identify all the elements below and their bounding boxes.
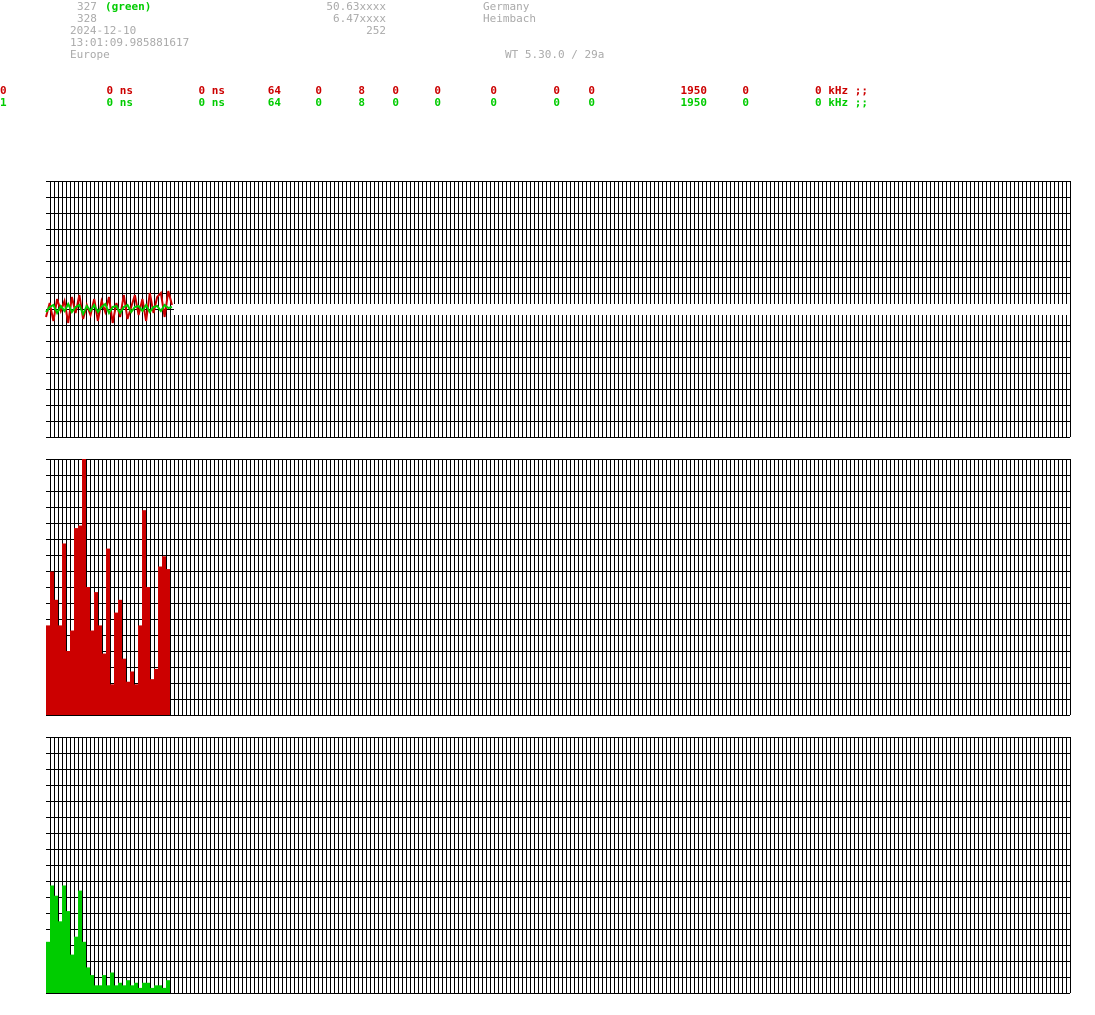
green-spectrum-bar-12 <box>94 985 98 993</box>
green-spectrum-bar-11 <box>90 975 94 993</box>
green-spectrum-bar-6 <box>70 954 74 993</box>
green-spectrum-bar-25 <box>146 982 150 993</box>
red-spectrum-bar-25 <box>146 587 150 715</box>
red-spectrum-bar-7 <box>74 528 78 715</box>
red-spectrum-bar-20 <box>126 681 130 715</box>
green-spectrum-bar-0 <box>46 941 50 993</box>
green-spectrum-bar-2 <box>54 895 58 993</box>
red-spectrum-bar-5 <box>66 651 70 715</box>
green-spectrum-bar-1 <box>50 885 54 993</box>
waveform-center-band <box>174 304 1070 315</box>
red-spectrum-bar-12 <box>94 592 98 715</box>
station-green-label: (green) <box>105 0 152 13</box>
green-spectrum-bar-29 <box>162 987 166 993</box>
green-spectrum-bar-13 <box>98 985 102 993</box>
red-spectrum-bar-27 <box>154 668 158 715</box>
green-spectrum-bar-30 <box>166 980 170 993</box>
green-spectrum-bar-8 <box>78 890 82 993</box>
green-spectrum-bar-27 <box>154 985 158 993</box>
red-spectrum-grid <box>46 459 1071 716</box>
green-spectrum-bar-9 <box>82 941 86 993</box>
red-spectrum-bar-8 <box>78 525 82 715</box>
row-1-cell-12: 0 <box>742 96 749 109</box>
green-spectrum-bar-16 <box>110 972 114 993</box>
green-spectrum-bar-26 <box>150 987 154 993</box>
red-spectrum-bar-15 <box>106 548 110 715</box>
green-spectrum-bar-10 <box>86 967 90 993</box>
red-spectrum-bar-22 <box>134 684 138 715</box>
green-spectrum-bar-7 <box>74 936 78 993</box>
red-spectrum-bar-26 <box>150 679 154 715</box>
green-spectrum-bar-24 <box>142 982 146 993</box>
red-spectrum-bar-1 <box>50 571 54 715</box>
red-spectrum-bar-6 <box>70 630 74 715</box>
red-spectrum-bar-2 <box>54 599 58 715</box>
green-spectrum-bar-19 <box>122 985 126 993</box>
red-spectrum-bar-18 <box>118 599 122 715</box>
red-spectrum-bar-28 <box>158 566 162 715</box>
green-spectrum-bar-4 <box>62 885 66 993</box>
row-1-cell-13: 0 kHz ;; <box>815 96 868 109</box>
green-spectrum-bar-17 <box>114 985 118 993</box>
red-spectrum-bar-24 <box>142 510 146 715</box>
red-spectrum-bar-4 <box>62 543 66 715</box>
row-1-cell-10: 0 <box>588 96 595 109</box>
green-spectrum-bar-14 <box>102 975 106 993</box>
waveform-panel <box>45 181 1071 438</box>
red-spectrum-bar-19 <box>122 658 126 715</box>
red-spectrum-bar-30 <box>166 569 170 715</box>
green-spectrum-bar-20 <box>126 980 130 993</box>
red-spectrum-panel <box>46 459 1071 716</box>
green-spectrum-grid <box>46 737 1071 994</box>
red-spectrum-bar-9 <box>82 459 86 715</box>
green-spectrum-bar-21 <box>130 985 134 993</box>
green-spectrum-bar-22 <box>134 982 138 993</box>
red-spectrum-bar-14 <box>102 653 106 715</box>
red-spectrum-bar-3 <box>58 625 62 715</box>
green-spectrum-bar-23 <box>138 987 142 993</box>
altitude-value: 252 <box>366 24 386 37</box>
green-spectrum-bar-18 <box>118 982 122 993</box>
green-spectrum-bar-15 <box>106 985 110 993</box>
region-value: Europe <box>70 48 110 61</box>
red-spectrum-bar-11 <box>90 630 94 715</box>
city-value: Heimbach <box>483 12 536 25</box>
red-spectrum-bar-29 <box>162 556 166 715</box>
green-spectrum-bar-5 <box>66 911 70 993</box>
row-1-cell-0: 1 <box>0 96 7 109</box>
green-spectrum-bar-3 <box>58 921 62 993</box>
red-spectrum-bar-13 <box>98 625 102 715</box>
red-spectrum-bar-17 <box>114 612 118 715</box>
red-spectrum-bar-21 <box>130 671 134 715</box>
red-spectrum-bar-23 <box>138 625 142 715</box>
version-value: WT 5.30.0 / 29a <box>505 48 605 61</box>
green-spectrum-bar-28 <box>158 985 162 993</box>
green-spectrum-panel <box>46 737 1071 994</box>
red-spectrum-bar-16 <box>110 684 114 715</box>
red-spectrum-bar-10 <box>86 587 90 715</box>
red-spectrum-bar-0 <box>46 625 50 715</box>
